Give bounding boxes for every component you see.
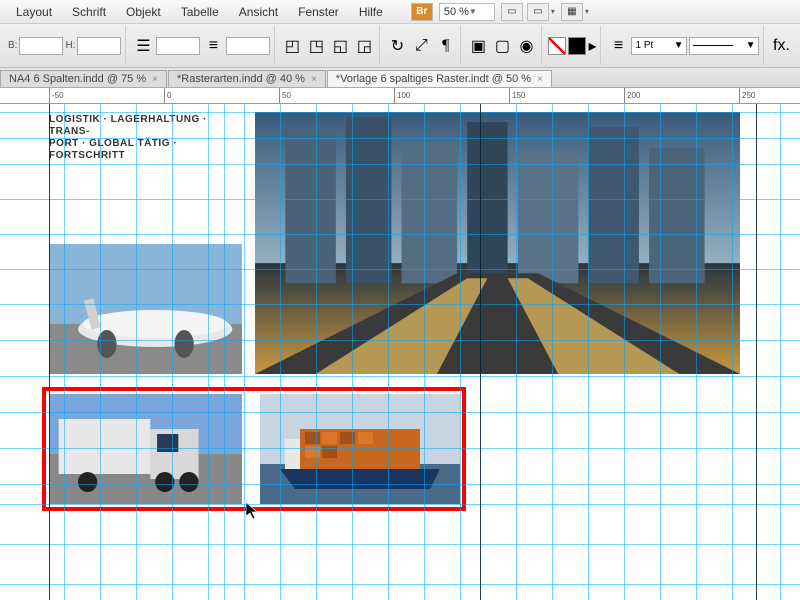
guide-vertical[interactable] <box>696 104 697 600</box>
guide-horizontal[interactable] <box>0 138 800 139</box>
corner-br-icon[interactable]: ◲ <box>353 36 375 56</box>
ruler-horizontal[interactable]: -50050100150200250300 <box>0 88 800 104</box>
menu-schrift[interactable]: Schrift <box>62 5 116 19</box>
rotate-icon[interactable]: ↻ <box>386 36 408 56</box>
view-mode-icon[interactable]: ▭ <box>501 3 523 21</box>
screen-mode-icon[interactable]: ▭ <box>527 3 549 21</box>
guide-horizontal[interactable] <box>0 199 800 200</box>
opacity-icon[interactable]: ◐ <box>794 36 800 56</box>
guide-horizontal[interactable] <box>0 269 800 270</box>
guide-vertical[interactable] <box>280 104 281 600</box>
fit-content-icon[interactable]: ▢ <box>491 36 513 56</box>
height-input[interactable] <box>77 37 121 55</box>
guide-vertical[interactable] <box>460 104 461 600</box>
zoom-level[interactable]: 50 %▼ <box>439 3 495 21</box>
guide-vertical[interactable] <box>208 104 209 600</box>
align-left-icon[interactable]: ☰ <box>132 36 154 56</box>
menu-ansicht[interactable]: Ansicht <box>229 5 288 19</box>
page-edge <box>49 104 50 600</box>
menu-tabelle[interactable]: Tabelle <box>171 5 229 19</box>
cols-input[interactable] <box>156 37 200 55</box>
selection-highlight <box>42 387 466 511</box>
bridge-icon[interactable]: Br <box>411 3 433 21</box>
guide-horizontal[interactable] <box>0 112 800 113</box>
guide-horizontal[interactable] <box>0 504 800 505</box>
guide-vertical[interactable] <box>244 104 245 600</box>
corner-tl-icon[interactable]: ◰ <box>281 36 303 56</box>
guide-horizontal[interactable] <box>0 544 800 545</box>
menu-hilfe[interactable]: Hilfe <box>349 5 393 19</box>
stroke-weight-icon: ≡ <box>607 36 629 56</box>
effects-icon[interactable]: fx. <box>770 36 792 56</box>
close-icon[interactable]: × <box>152 74 158 85</box>
menu-fenster[interactable]: Fenster <box>288 5 349 19</box>
guide-horizontal[interactable] <box>0 164 800 165</box>
guide-vertical[interactable] <box>316 104 317 600</box>
h-label: H: <box>65 40 75 51</box>
guide-vertical[interactable] <box>224 104 225 600</box>
guide-vertical[interactable] <box>352 104 353 600</box>
image-city[interactable] <box>255 112 740 374</box>
tab-doc-2[interactable]: *Rasterarten.indd @ 40 %× <box>168 70 326 87</box>
tab-doc-3[interactable]: *Vorlage 6 spaltiges Raster.indt @ 50 %× <box>327 70 552 87</box>
guide-vertical[interactable] <box>780 104 781 600</box>
shear-icon[interactable]: ⤢ <box>410 36 432 56</box>
guide-vertical[interactable] <box>100 104 101 600</box>
menu-layout[interactable]: Layout <box>6 5 62 19</box>
b-label: B: <box>8 40 17 51</box>
guide-vertical[interactable] <box>424 104 425 600</box>
width-input[interactable] <box>19 37 63 55</box>
guide-horizontal[interactable] <box>0 340 800 341</box>
guide-vertical[interactable] <box>136 104 137 600</box>
menu-bar: Layout Schrift Objekt Tabelle Ansicht Fe… <box>0 0 800 24</box>
fit-frame-icon[interactable]: ▣ <box>467 36 489 56</box>
document-tabs: NA4 6 Spalten.indd @ 75 %× *Rasterarten.… <box>0 68 800 88</box>
close-icon[interactable]: × <box>311 74 317 85</box>
canvas[interactable]: LOGISTIK · LAGERHALTUNG · TRANS- PORT · … <box>0 104 800 600</box>
guide-horizontal[interactable] <box>0 234 800 235</box>
guide-vertical[interactable] <box>588 104 589 600</box>
close-icon[interactable]: × <box>537 74 543 85</box>
guide-horizontal[interactable] <box>0 484 800 485</box>
stroke-weight[interactable]: 1 Pt▼ <box>631 37 687 55</box>
arrange-icon[interactable]: ▦ <box>561 3 583 21</box>
guide-vertical[interactable] <box>172 104 173 600</box>
guide-horizontal[interactable] <box>0 448 800 449</box>
tab-doc-1[interactable]: NA4 6 Spalten.indd @ 75 %× <box>0 70 167 87</box>
guide-vertical[interactable] <box>624 104 625 600</box>
guide-vertical[interactable] <box>388 104 389 600</box>
guide-vertical[interactable] <box>660 104 661 600</box>
corner-bl-icon[interactable]: ◱ <box>329 36 351 56</box>
stroke-swatch[interactable] <box>568 37 586 55</box>
guide-vertical[interactable] <box>732 104 733 600</box>
guide-vertical[interactable] <box>552 104 553 600</box>
corner-tr-icon[interactable]: ◳ <box>305 36 327 56</box>
guide-horizontal[interactable] <box>0 412 800 413</box>
guide-horizontal[interactable] <box>0 376 800 377</box>
paragraph-icon[interactable]: ¶ <box>434 36 456 56</box>
align-icon[interactable]: ≡ <box>202 36 224 56</box>
image-plane[interactable] <box>49 244 242 374</box>
guide-horizontal[interactable] <box>0 304 800 305</box>
guide-horizontal[interactable] <box>0 584 800 585</box>
page-edge <box>756 104 757 600</box>
stroke-style[interactable]: ▼ <box>689 37 759 55</box>
fill-none-swatch[interactable] <box>548 37 566 55</box>
control-panel: B: H: ☰ ≡ ◰ ◳ ◱ ◲ ↻ ⤢ ¶ ▣ ▢ ◉ ▸ ≡ 1 Pt▼ … <box>0 24 800 68</box>
guide-vertical[interactable] <box>64 104 65 600</box>
center-icon[interactable]: ◉ <box>515 36 537 56</box>
gutter-input[interactable] <box>226 37 270 55</box>
page-edge <box>480 104 481 600</box>
menu-objekt[interactable]: Objekt <box>116 5 171 19</box>
guide-vertical[interactable] <box>516 104 517 600</box>
